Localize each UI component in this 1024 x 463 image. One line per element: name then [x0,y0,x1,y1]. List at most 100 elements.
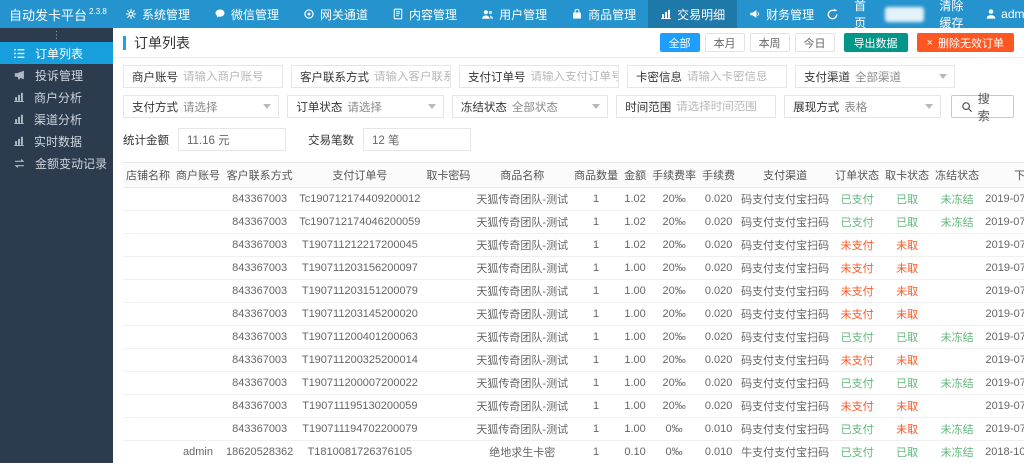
top-menu-item[interactable]: 内容管理 [380,0,469,28]
cell-fee: 0.020 [699,394,739,418]
column-header: 商品数量 [571,162,622,188]
filter-row-2: 支付方式请选择订单状态请选择冻结状态全部状态时间范围展现方式表格搜 索 [123,92,1015,123]
app-version: 2.3.8 [89,6,107,16]
sidebar-item-label: 实时数据 [34,134,83,149]
filter-select: 冻结状态 全部状态 [451,95,609,118]
top-menu-label: 网关通道 [320,7,369,22]
gear-icon [125,8,137,20]
cell-fee: 0.020 [699,302,739,326]
cell-order-no: T190711194702200079 [296,417,424,441]
cell-shop [123,187,173,211]
search-button[interactable]: 搜 索 [950,92,1015,123]
filter-select-value[interactable]: 全部渠道 [855,69,954,85]
cell-fee-rate: 20‰ [649,302,700,326]
cell-freeze-status: 未冻结 [932,417,983,441]
cell-shop [123,233,173,257]
sidebar-item[interactable]: 投诉管理 [0,64,113,86]
cell-card-password [423,187,474,211]
refresh-icon[interactable] [826,8,839,21]
cell-take-status: 已取 [882,325,933,349]
select-value: 请选择 [183,101,218,114]
export-button[interactable]: 导出数据 [843,33,908,52]
top-menu-item[interactable]: 用户管理 [469,0,559,28]
bar-chart-icon [660,8,672,20]
cell-shop [123,325,173,349]
cell-card-password [423,394,474,418]
cell-shop [123,348,173,372]
top-menu-item[interactable]: 网关通道 [291,0,380,28]
order-table-head: 店铺名称 商户账号 客户联系方式 支付订单号 取卡密码 商品名称 商品数量 金额 手续费率 手续费… [123,162,1024,188]
megaphone-icon [13,69,26,82]
cell-order-time: 2019-07-11 19:47:00 [982,417,1024,441]
range-button[interactable]: 本月 [704,33,745,52]
sidebar-collapse-handle[interactable]: ⋮ [0,28,113,42]
users-icon [481,8,494,21]
cell-pay-status: 已支付 [832,371,883,395]
sidebar-item[interactable]: 商户分析 [0,86,113,108]
filter-text-input[interactable] [530,70,618,83]
cell-fee: 0.020 [699,348,739,372]
filter-label: 冻结状态 [460,101,507,114]
cell-take-status: 未取 [882,256,933,280]
sidebar: ⋮ 订单列表投诉管理商户分析 渠道分析实时数据金额变动记录 [0,28,113,463]
top-menu-item[interactable]: 系统管理 [113,0,202,28]
cell-fee: 0.020 [699,279,739,303]
sidebar-item[interactable]: 实时数据 [0,130,113,152]
top-menu-item[interactable]: 微信管理 [202,0,291,28]
cell-channel: 码支付支付宝扫码 [738,279,833,303]
filter-text-input[interactable] [374,70,450,83]
clear-cache-link[interactable]: 清除缓存 [939,0,970,31]
cell-amount: 1.00 [621,325,650,349]
filter-text-input[interactable] [687,70,786,83]
cell-fee-rate: 20‰ [649,371,700,395]
range-button[interactable]: 今日 [794,33,835,52]
cell-amount: 1.00 [621,417,650,441]
cell-order-no: Tc190712174409200012 [296,187,424,211]
select-value: 全部渠道 [855,71,901,84]
bar-chart-icon [13,113,25,125]
table-row: 843367003 T190711200325200014 天狐传奇团队-测试 1 1.… [123,348,1024,372]
cell-product: 天狐传奇团队-测试 [473,210,572,234]
cell-channel: 码支付支付宝扫码 [738,325,833,349]
filter-select-value[interactable]: 全部状态 [512,99,607,115]
filter-select-value[interactable]: 请选择 [183,99,278,115]
stat: 交易笔数 12 笔 [308,128,471,151]
filter-label: 订单状态 [296,101,343,114]
sidebar-item[interactable]: 渠道分析 [0,108,113,130]
top-menu-item[interactable]: 交易明细 [648,0,738,28]
cell-quantity: 1 [571,210,622,234]
home-link[interactable]: 首页 [854,0,869,31]
cell-merchant [173,233,223,257]
stat-value: 12 笔 [363,128,471,151]
content-icon [392,8,404,20]
cell-order-time: 2019-07-11 20:31:54 [982,256,1024,280]
cell-contact: 843367003 [223,256,297,280]
range-button[interactable]: 本周 [749,33,790,52]
cell-fee: 0.020 [699,256,739,280]
filter-text-input[interactable] [676,100,776,113]
column-header: 支付订单号 [296,162,424,188]
top-menu-item[interactable]: 商品管理 [559,0,648,28]
filter-select-value[interactable]: 表格 [844,99,939,115]
range-button[interactable]: 全部 [659,33,700,52]
cell-quantity: 1 [571,440,622,463]
top-menu-label: 系统管理 [142,7,191,22]
cell-order-time: 2019-07-12 17:40:44 [982,210,1024,234]
cell-quantity: 1 [571,233,622,257]
sidebar-item[interactable]: 订单列表 [0,42,113,64]
filter-text-input[interactable] [183,70,282,83]
user-menu[interactable]: admin [985,7,1024,21]
stats-row: 统计金额 11.16 元 交易笔数 12 笔 [113,125,1024,160]
column-header: 客户联系方式 [223,162,297,188]
cell-fee-rate: 0‰ [649,440,700,463]
delete-invalid-orders-button[interactable]: × 删除无效订单 [916,33,1014,52]
cell-freeze-status [932,394,983,418]
filter-select-value[interactable]: 请选择 [347,99,442,115]
cell-order-no: T190711203151200079 [296,279,424,303]
sidebar-item[interactable]: 金额变动记录 [0,152,113,174]
column-header: 手续费率 [649,162,700,188]
cell-merchant [173,417,223,441]
top-menu-item[interactable]: 财务管理 [737,0,826,28]
cell-contact: 843367003 [223,348,297,372]
sidebar-item-label: 投诉管理 [35,68,84,83]
